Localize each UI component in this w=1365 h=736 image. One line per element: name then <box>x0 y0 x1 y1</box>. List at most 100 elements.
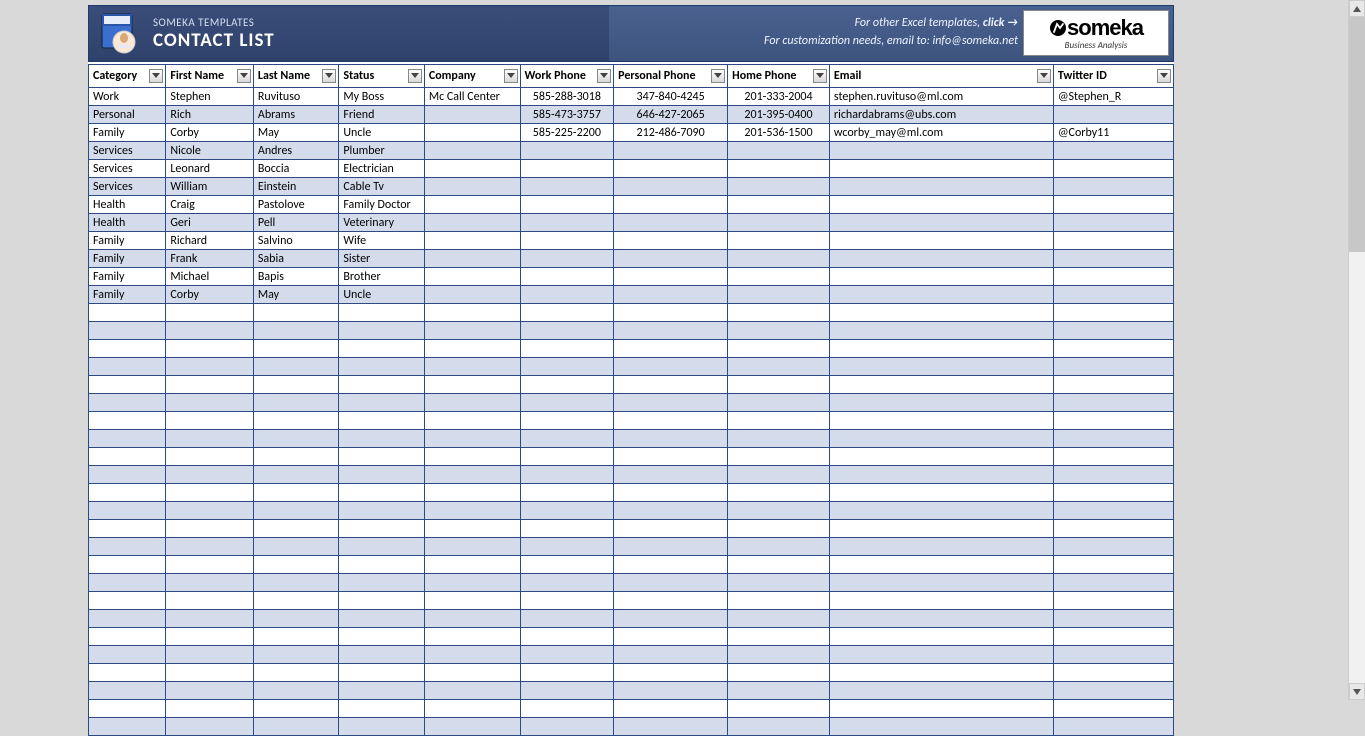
table-cell[interactable] <box>253 322 338 340</box>
column-header[interactable]: Twitter ID <box>1053 65 1173 88</box>
scroll-up-button[interactable] <box>1349 0 1365 17</box>
table-cell[interactable]: Rich <box>166 106 254 124</box>
table-cell[interactable] <box>424 664 520 682</box>
table-cell[interactable] <box>424 718 520 736</box>
table-cell[interactable] <box>728 358 830 376</box>
table-cell[interactable]: Nicole <box>166 142 254 160</box>
table-cell[interactable] <box>520 628 614 646</box>
contact-table[interactable]: CategoryFirst NameLast NameStatusCompany… <box>88 64 1174 736</box>
table-cell[interactable] <box>829 574 1053 592</box>
table-cell[interactable] <box>614 142 728 160</box>
table-cell[interactable] <box>339 610 424 628</box>
table-cell[interactable] <box>829 376 1053 394</box>
table-cell[interactable] <box>829 196 1053 214</box>
table-cell[interactable] <box>520 322 614 340</box>
table-row[interactable] <box>89 340 1174 358</box>
table-cell[interactable]: Family Doctor <box>339 196 424 214</box>
column-header[interactable]: Work Phone <box>520 65 614 88</box>
table-cell[interactable] <box>1053 466 1173 484</box>
table-cell[interactable] <box>614 592 728 610</box>
table-cell[interactable] <box>1053 574 1173 592</box>
table-cell[interactable] <box>728 538 830 556</box>
table-cell[interactable] <box>520 196 614 214</box>
table-cell[interactable] <box>166 700 254 718</box>
table-cell[interactable] <box>339 574 424 592</box>
table-row[interactable] <box>89 322 1174 340</box>
table-cell[interactable] <box>520 358 614 376</box>
table-cell[interactable] <box>829 484 1053 502</box>
table-cell[interactable] <box>520 718 614 736</box>
table-row[interactable] <box>89 448 1174 466</box>
table-cell[interactable] <box>520 664 614 682</box>
table-cell[interactable] <box>89 538 166 556</box>
table-cell[interactable]: 585-288-3018 <box>520 88 614 106</box>
table-row[interactable] <box>89 520 1174 538</box>
table-cell[interactable] <box>614 358 728 376</box>
table-cell[interactable] <box>1053 448 1173 466</box>
table-cell[interactable] <box>253 556 338 574</box>
table-cell[interactable] <box>728 322 830 340</box>
table-cell[interactable] <box>89 304 166 322</box>
table-row[interactable] <box>89 430 1174 448</box>
table-cell[interactable]: Uncle <box>339 286 424 304</box>
table-cell[interactable]: 585-225-2200 <box>520 124 614 142</box>
table-row[interactable] <box>89 574 1174 592</box>
table-cell[interactable] <box>829 718 1053 736</box>
table-cell[interactable] <box>614 196 728 214</box>
table-cell[interactable] <box>166 556 254 574</box>
table-cell[interactable] <box>829 214 1053 232</box>
table-cell[interactable] <box>339 394 424 412</box>
table-cell[interactable] <box>89 664 166 682</box>
table-cell[interactable] <box>424 466 520 484</box>
table-cell[interactable] <box>829 700 1053 718</box>
table-cell[interactable] <box>728 412 830 430</box>
table-cell[interactable] <box>339 700 424 718</box>
table-cell[interactable] <box>520 556 614 574</box>
table-cell[interactable] <box>424 160 520 178</box>
table-cell[interactable] <box>829 664 1053 682</box>
table-row[interactable] <box>89 304 1174 322</box>
table-cell[interactable] <box>339 718 424 736</box>
table-cell[interactable] <box>424 430 520 448</box>
table-cell[interactable]: 201-333-2004 <box>728 88 830 106</box>
table-cell[interactable]: Sabia <box>253 250 338 268</box>
table-cell[interactable] <box>253 340 338 358</box>
table-cell[interactable]: 347-840-4245 <box>614 88 728 106</box>
table-cell[interactable] <box>166 520 254 538</box>
table-cell[interactable]: Family <box>89 250 166 268</box>
table-row[interactable]: FamilyCorbyMayUncle585-225-2200212-486-7… <box>89 124 1174 142</box>
table-row[interactable] <box>89 610 1174 628</box>
table-cell[interactable] <box>253 304 338 322</box>
table-cell[interactable]: Salvino <box>253 232 338 250</box>
table-cell[interactable] <box>520 412 614 430</box>
table-cell[interactable] <box>1053 646 1173 664</box>
table-cell[interactable] <box>253 502 338 520</box>
table-cell[interactable] <box>614 646 728 664</box>
table-cell[interactable] <box>1053 214 1173 232</box>
table-cell[interactable] <box>89 682 166 700</box>
table-cell[interactable] <box>89 556 166 574</box>
table-cell[interactable] <box>520 160 614 178</box>
table-cell[interactable] <box>520 466 614 484</box>
table-cell[interactable] <box>1053 628 1173 646</box>
table-cell[interactable]: Health <box>89 196 166 214</box>
table-cell[interactable] <box>1053 232 1173 250</box>
someka-logo[interactable]: someka Business Analysis <box>1023 10 1169 56</box>
table-cell[interactable]: Mc Call Center <box>424 88 520 106</box>
table-cell[interactable] <box>728 232 830 250</box>
table-row[interactable] <box>89 682 1174 700</box>
table-cell[interactable] <box>166 376 254 394</box>
table-row[interactable] <box>89 538 1174 556</box>
table-cell[interactable] <box>614 556 728 574</box>
table-cell[interactable] <box>829 592 1053 610</box>
column-header[interactable]: Company <box>424 65 520 88</box>
table-cell[interactable] <box>424 142 520 160</box>
table-cell[interactable] <box>1053 286 1173 304</box>
table-cell[interactable] <box>520 340 614 358</box>
table-cell[interactable] <box>253 466 338 484</box>
table-cell[interactable] <box>520 286 614 304</box>
table-cell[interactable]: Electrician <box>339 160 424 178</box>
table-cell[interactable] <box>728 448 830 466</box>
table-row[interactable] <box>89 466 1174 484</box>
table-cell[interactable] <box>728 304 830 322</box>
